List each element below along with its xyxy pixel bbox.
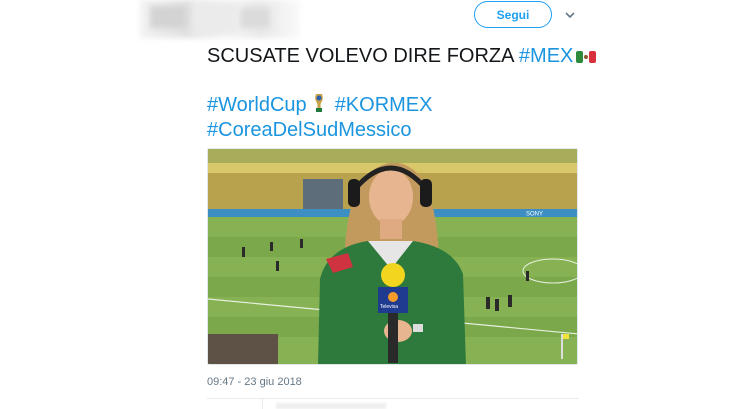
divider-tick (262, 399, 263, 409)
blurred-user-info (140, 0, 300, 38)
microphone-brand-text: Televisa (380, 304, 398, 310)
hashtag-mex[interactable]: #MEX (519, 45, 573, 67)
tweet-photo[interactable]: SONY Televisa (207, 148, 578, 365)
mexico-flag-icon (576, 46, 597, 71)
ad-board-text: SONY (526, 212, 543, 218)
hashtag-worldcup[interactable]: #WorldCup (207, 94, 307, 116)
tweet-text: SCUSATE VOLEVO DIRE FORZA (207, 45, 519, 67)
tweet-text-line-2: #WorldCup #KORMEX (207, 93, 587, 120)
hashtag-coreadelsudmessico[interactable]: #CoreaDelSudMessico (207, 119, 412, 141)
blurred-footer (276, 403, 386, 409)
tweet-text-line-1: SCUSATE VOLEVO DIRE FORZA #MEX (207, 44, 597, 71)
hashtag-kormex[interactable]: #KORMEX (335, 94, 433, 116)
follow-button[interactable]: Segui (474, 1, 552, 28)
tweet-text-line-3: #CoreaDelSudMessico (207, 118, 587, 143)
world-cup-trophy-icon (313, 93, 325, 120)
tweet-timestamp[interactable]: 09:47 - 23 giu 2018 (207, 376, 302, 388)
chevron-down-icon[interactable] (563, 8, 577, 22)
